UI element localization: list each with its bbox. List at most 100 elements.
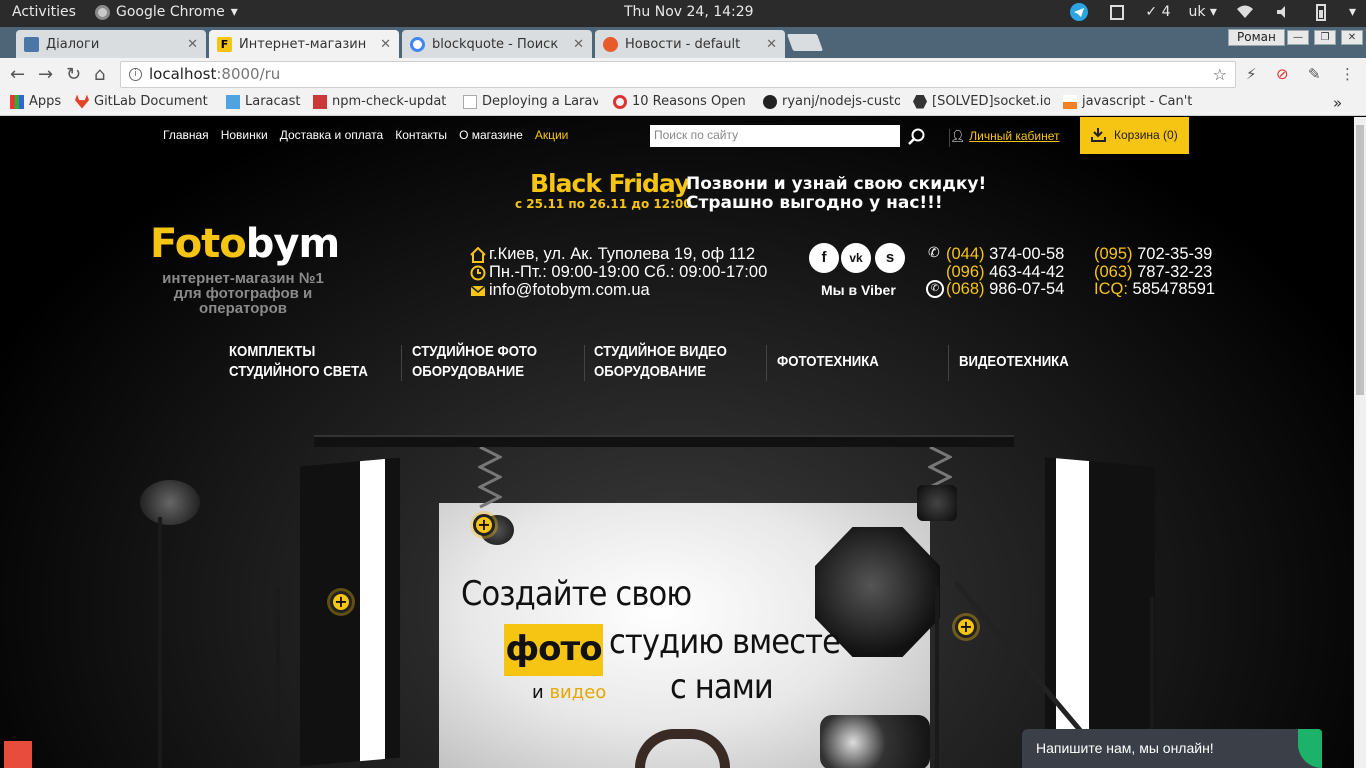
site-top-nav: Главная Новинки Доставка и оплата Контак… — [163, 128, 568, 142]
hotspot-plus-icon[interactable]: + — [330, 591, 352, 613]
light-stand — [158, 517, 162, 768]
phone-044[interactable]: (044) 374-00-58 — [946, 245, 1064, 264]
close-tab-icon[interactable]: ✕ — [187, 37, 198, 52]
category-studio-video[interactable]: СТУДИЙНОЕ ВИДЕО ОБОРУДОВАНИЕ — [594, 342, 727, 382]
telegram-icon[interactable] — [1069, 2, 1089, 22]
updates-count: 4 — [1161, 4, 1171, 20]
minimize-button[interactable]: — — [1287, 30, 1309, 45]
logo-part-2: bym — [245, 221, 340, 267]
home-icon[interactable]: ⌂ — [94, 64, 105, 85]
back-arrow-icon[interactable]: ← — [10, 64, 25, 85]
wifi-icon[interactable] — [1235, 2, 1255, 22]
tab-title: Діалоги — [46, 36, 100, 52]
category-photo-equipment[interactable]: ФОТОТЕХНИКА — [777, 352, 879, 372]
bookmark-socketio[interactable]: [SOLVED]socket.io — [913, 94, 1050, 109]
category-studio-light-kits[interactable]: КОМПЛЕКТЫ СТУДИЙНОГО СВЕТА — [229, 342, 368, 382]
site-search-input[interactable]: Поиск по сайту — [650, 125, 900, 147]
nav-about[interactable]: О магазине — [459, 128, 523, 142]
phone-068[interactable]: (068) 986-07-54 — [946, 280, 1064, 299]
clipboard-icon[interactable] — [1107, 2, 1127, 22]
page-scrollbar[interactable] — [1354, 117, 1366, 768]
studio-flash-far-left — [140, 480, 200, 525]
close-tab-icon[interactable]: ✕ — [766, 37, 777, 52]
bookmark-gitlab[interactable]: GitLab Document — [75, 94, 210, 109]
category-line-1: СТУДИЙНОЕ ФОТО — [412, 343, 538, 360]
bookmark-laracast[interactable]: Laracast — [226, 94, 301, 109]
facebook-icon[interactable]: f — [809, 243, 839, 273]
bookmark-apps[interactable]: Apps — [10, 94, 61, 109]
more-bookmarks-chevron-icon[interactable]: » — [1333, 94, 1342, 112]
eyedropper-extension-icon[interactable]: ✎ — [1308, 65, 1321, 83]
bookmark-github[interactable]: ryanj/nodejs-custo — [763, 94, 900, 109]
close-tab-icon[interactable]: ✕ — [573, 37, 584, 52]
npm-icon — [313, 94, 327, 109]
category-line-2: ОБОРУДОВАНИЕ — [594, 363, 707, 380]
skype-icon[interactable]: s — [875, 243, 905, 273]
app-menu[interactable]: Google Chrome ▾ — [95, 4, 238, 20]
tab-dialogs[interactable]: Діалоги ✕ — [16, 30, 206, 58]
divider — [948, 345, 949, 381]
bookmark-stackoverflow[interactable]: javascript - Can't — [1063, 94, 1198, 109]
phone-095[interactable]: (095) 702-35-39 — [1094, 245, 1212, 264]
system-menu-chevron-icon[interactable]: ▾ — [1349, 4, 1356, 20]
scrollbar-thumb[interactable] — [1356, 125, 1364, 395]
close-window-button[interactable]: ✕ — [1341, 30, 1363, 45]
nav-delivery[interactable]: Доставка и оплата — [280, 128, 384, 142]
new-tab-button[interactable] — [786, 34, 824, 51]
profile-button[interactable]: Роман — [1228, 29, 1285, 46]
nav-promotions[interactable]: Акции — [535, 128, 569, 142]
email[interactable]: info@fotobym.com.ua — [470, 281, 650, 300]
github-icon — [763, 94, 777, 109]
close-tab-icon[interactable]: ✕ — [380, 37, 391, 52]
volume-icon[interactable] — [1273, 2, 1293, 22]
tab-google-search[interactable]: blockquote - Поиск ✕ — [402, 30, 592, 58]
category-line-1: ВИДЕОТЕХНИКА — [959, 353, 1069, 370]
icq[interactable]: ICQ: 585478591 — [1094, 280, 1215, 299]
google-favicon-icon — [410, 36, 425, 52]
category-video-equipment[interactable]: ВИДЕОТЕХНИКА — [959, 352, 1069, 372]
maximize-button[interactable]: ❐ — [1314, 30, 1336, 45]
activities-button[interactable]: Activities — [12, 4, 76, 20]
hotspot-plus-icon[interactable]: + — [473, 514, 495, 536]
hero-line-3: с нами — [670, 667, 774, 707]
bookmark-label: [SOLVED]socket.io — [932, 94, 1050, 109]
chevron-down-icon: ▾ — [230, 4, 238, 20]
cart-button[interactable]: Корзина (0) — [1080, 117, 1189, 154]
chat-widget[interactable]: Напишите нам, мы онлайн! — [1022, 729, 1322, 768]
bookmark-label: npm-check-updat — [332, 94, 447, 109]
promo-title: Black Friday — [530, 169, 690, 198]
bookmark-npm[interactable]: npm-check-updat — [313, 94, 450, 109]
openshift-icon — [613, 94, 627, 109]
nav-home[interactable]: Главная — [163, 128, 209, 142]
bookmark-10-reasons[interactable]: 10 Reasons Open — [613, 94, 750, 109]
keyboard-layout[interactable]: uk ▾ — [1189, 4, 1217, 20]
updates-indicator[interactable]: ✓ 4 — [1145, 4, 1170, 20]
info-icon[interactable]: i — [129, 68, 142, 81]
address-bar[interactable]: i localhost:8000/ru ☆ — [120, 61, 1236, 88]
battery-icon[interactable] — [1311, 2, 1331, 22]
nav-contacts[interactable]: Контакты — [395, 128, 447, 142]
tab-news[interactable]: Новости - default ✕ — [595, 30, 785, 58]
site-logo[interactable]: Fotobym — [150, 221, 340, 267]
vk-icon[interactable]: vk — [841, 243, 871, 273]
bookmark-star-icon[interactable]: ☆ — [1213, 62, 1227, 87]
tagline-line-2: для фотографов и операторов — [173, 285, 313, 317]
vk-favicon-icon — [24, 36, 39, 52]
nav-new[interactable]: Новинки — [221, 128, 268, 142]
chrome-menu-icon[interactable]: ⋮ — [1340, 65, 1355, 83]
search-icon[interactable] — [908, 128, 926, 146]
clock[interactable]: Thu Nov 24, 14:29 — [624, 4, 754, 20]
divider — [584, 345, 585, 381]
hotspot-plus-icon[interactable]: + — [955, 616, 977, 638]
bookmark-deploying[interactable]: Deploying a Larav — [463, 94, 598, 109]
adblock-extension-icon[interactable]: ⊘ — [1276, 65, 1289, 83]
category-studio-photo[interactable]: СТУДИЙНОЕ ФОТО ОБОРУДОВАНИЕ — [412, 342, 537, 382]
lightning-extension-icon[interactable]: ⚡ — [1246, 65, 1257, 83]
forward-arrow-icon[interactable]: → — [38, 64, 53, 85]
phone-code: (044) — [946, 245, 985, 263]
corner-widget-icon[interactable] — [4, 741, 32, 768]
reload-icon[interactable]: ↻ — [66, 64, 81, 85]
bookmark-label: 10 Reasons Open — [632, 94, 746, 109]
account-link[interactable]: 👤︎ Личный кабинет — [950, 129, 1060, 143]
tab-shop[interactable]: F Интернет-магазин ✕ — [209, 30, 399, 58]
